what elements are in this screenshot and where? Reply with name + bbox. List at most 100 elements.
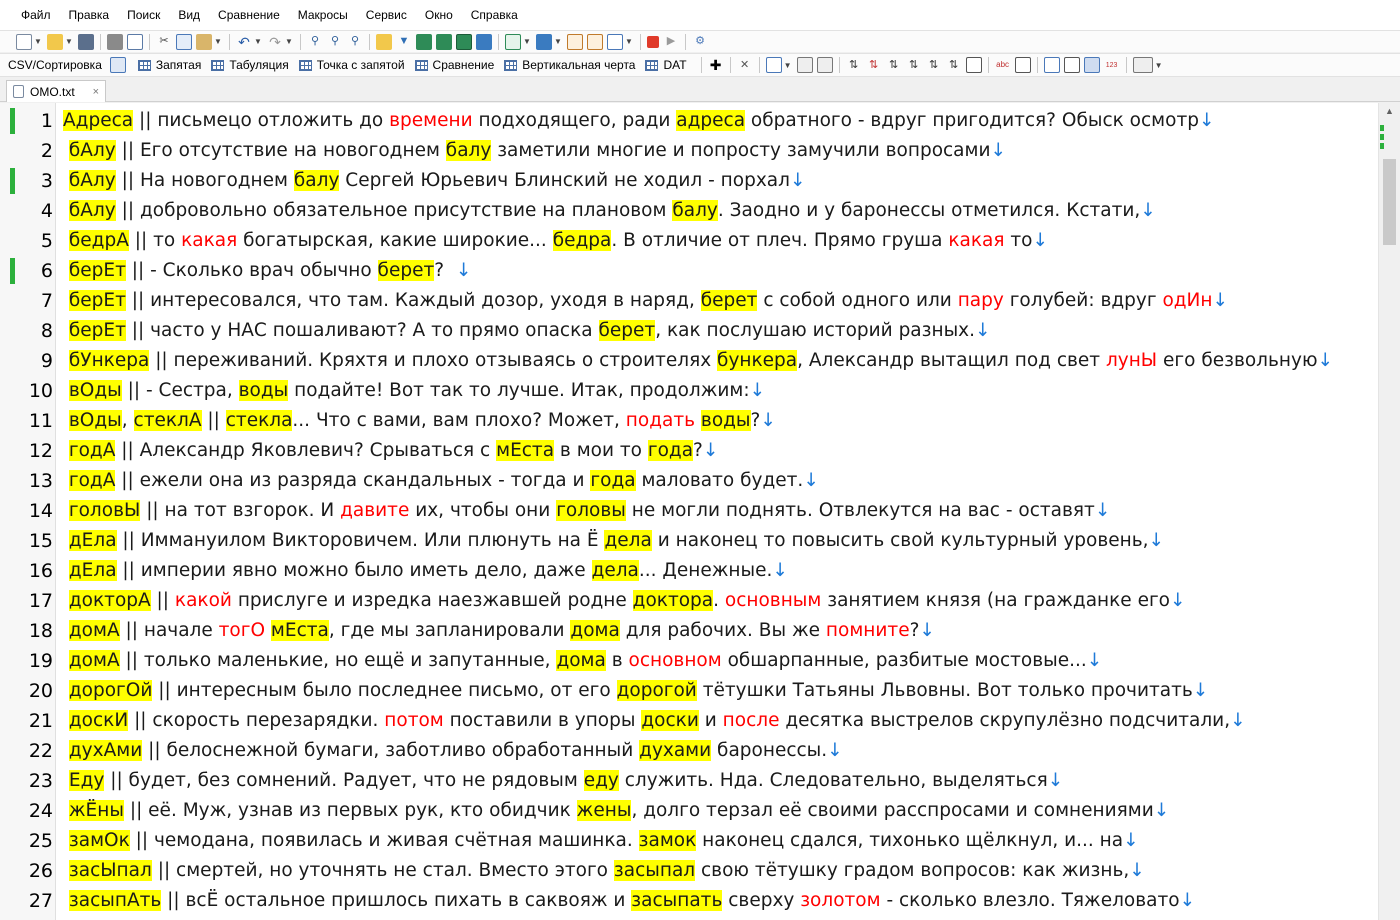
editor-line[interactable]: 7 берЕт || интересовался, что там. Кажды… bbox=[0, 286, 1378, 316]
editor-line[interactable]: 5 бедрА || то какая богатырская, какие ш… bbox=[0, 226, 1378, 256]
chevron-down-icon[interactable]: ▼ bbox=[65, 37, 73, 46]
tools-icon[interactable]: ✕ bbox=[737, 57, 753, 73]
editor-line[interactable]: 23 Еду || будет, без сомнений. Радует, ч… bbox=[0, 766, 1378, 796]
copy-icon[interactable] bbox=[176, 33, 192, 50]
editor-line[interactable]: 19 домА || только маленькие, но ещё и за… bbox=[0, 646, 1378, 676]
view-options-icon[interactable] bbox=[1132, 57, 1153, 73]
editor-line[interactable]: 17 докторА || какой прислуге и изредка н… bbox=[0, 586, 1378, 616]
editor-line[interactable]: 12 годА || Александр Яковлевич? Срыватьс… bbox=[0, 436, 1378, 466]
editor-line[interactable]: 6 берЕт || - Сколько врач обычно берет? … bbox=[0, 256, 1378, 286]
chevron-down-icon[interactable]: ▼ bbox=[34, 37, 42, 46]
chevron-down-icon[interactable]: ▼ bbox=[554, 37, 562, 46]
separator-pipe-button[interactable]: Вертикальная черта bbox=[504, 58, 635, 72]
menu-help[interactable]: Справка bbox=[462, 0, 527, 30]
editor-line[interactable]: 25 замОк || чемодана, появилась и живая … bbox=[0, 826, 1378, 856]
close-icon[interactable]: × bbox=[93, 86, 99, 98]
column-props-icon[interactable] bbox=[796, 57, 813, 73]
editor-line[interactable]: 8 берЕт || часто у НАС пошаливают? А то … bbox=[0, 316, 1378, 346]
undo-icon[interactable]: ↶ bbox=[236, 34, 252, 50]
menu-macros[interactable]: Макросы bbox=[289, 0, 357, 30]
vertical-scrollbar[interactable]: ▲ bbox=[1378, 103, 1400, 920]
separator-tab-button[interactable]: Табуляция bbox=[211, 58, 289, 72]
separator-semicolon-button[interactable]: Точка с запятой bbox=[298, 58, 405, 72]
menu-tools[interactable]: Сервис bbox=[357, 0, 416, 30]
chevron-down-icon[interactable]: ▼ bbox=[1155, 61, 1163, 70]
editor-line[interactable]: 24 жЁны || её. Муж, узнав из первых рук,… bbox=[0, 796, 1378, 826]
sort-columns-icon[interactable] bbox=[965, 57, 982, 73]
replace-icon[interactable]: ⚲ bbox=[347, 34, 363, 50]
editor-line[interactable]: 27 засыпАть || всЁ остальное пришлось пи… bbox=[0, 886, 1378, 916]
separator-dat-button[interactable]: DAT bbox=[645, 58, 687, 72]
menu-edit[interactable]: Правка bbox=[60, 0, 119, 30]
editor-line[interactable]: 3 бАлу || На новогоднем балу Сергей Юрье… bbox=[0, 166, 1378, 196]
play-macro-icon[interactable]: ▶ bbox=[663, 34, 679, 50]
print-icon[interactable] bbox=[107, 33, 123, 50]
chevron-down-icon[interactable]: ▼ bbox=[523, 37, 531, 46]
paste-icon[interactable] bbox=[196, 33, 212, 50]
settings-wrench-icon[interactable]: ⚙ bbox=[692, 34, 708, 50]
add-column-icon[interactable]: ✚ bbox=[708, 57, 724, 73]
editor-line[interactable]: 15 дЕла || Иммануилом Викторовичем. Или … bbox=[0, 526, 1378, 556]
editor-line[interactable]: 21 доскИ || скорость перезарядки. потом … bbox=[0, 706, 1378, 736]
chevron-down-icon[interactable]: ▼ bbox=[285, 37, 293, 46]
filter-icon[interactable]: ▼ bbox=[396, 34, 412, 50]
tasks-icon[interactable] bbox=[587, 33, 603, 50]
new-file-icon[interactable] bbox=[16, 33, 32, 50]
open-folder-icon[interactable] bbox=[47, 33, 63, 50]
sort-desc-icon[interactable]: ⇅ bbox=[866, 57, 882, 73]
sort-random-icon[interactable]: ⇅ bbox=[926, 57, 942, 73]
sort-length-icon[interactable]: ⇅ bbox=[906, 57, 922, 73]
checklist-icon[interactable] bbox=[567, 33, 583, 50]
chevron-down-icon[interactable]: ▼ bbox=[784, 61, 792, 70]
chevron-down-icon[interactable]: ▼ bbox=[625, 37, 633, 46]
scroll-thumb[interactable] bbox=[1383, 159, 1396, 245]
csv-mode-icon[interactable] bbox=[109, 57, 126, 73]
bookmark-toggle-icon[interactable] bbox=[436, 33, 452, 50]
editor-line[interactable]: 14 головЫ || на тот взгорок. И давите их… bbox=[0, 496, 1378, 526]
scroll-up-icon[interactable]: ▲ bbox=[1385, 106, 1394, 116]
ruler-icon[interactable]: 123 bbox=[1104, 57, 1120, 73]
sort-reverse-icon[interactable]: ⇅ bbox=[946, 57, 962, 73]
editor-line[interactable]: 1 Адреса || письмецо отложить до времени … bbox=[0, 106, 1378, 136]
split-view-icon[interactable] bbox=[1043, 57, 1060, 73]
separator-comma-button[interactable]: Запятая bbox=[137, 58, 201, 72]
print-preview-icon[interactable] bbox=[127, 33, 143, 50]
chevron-down-icon[interactable]: ▼ bbox=[254, 37, 262, 46]
find-icon[interactable]: ⚲ bbox=[307, 34, 323, 50]
menu-view[interactable]: Вид bbox=[169, 0, 209, 30]
text-editor[interactable]: 1 Адреса || письмецо отложить до времени … bbox=[0, 103, 1400, 920]
menu-search[interactable]: Поиск bbox=[118, 0, 169, 30]
text-format-icon[interactable] bbox=[1014, 57, 1031, 73]
editor-line[interactable]: 9 бУнкера || переживаний. Кряхтя и плохо… bbox=[0, 346, 1378, 376]
editor-line[interactable]: 11 вОды, стеклА || стекла... Что с вами,… bbox=[0, 406, 1378, 436]
save-icon[interactable] bbox=[78, 33, 94, 50]
windows-icon[interactable] bbox=[536, 33, 552, 50]
editor-line[interactable]: 13 годА || ежели она из разряда скандаль… bbox=[0, 466, 1378, 496]
line-numbers-toggle-icon[interactable] bbox=[1083, 57, 1100, 73]
sort-asc-icon[interactable]: ⇅ bbox=[846, 57, 862, 73]
editor-line[interactable]: 2 бАлу || Его отсутствие на новогоднем б… bbox=[0, 136, 1378, 166]
calendar-icon[interactable] bbox=[607, 33, 623, 50]
editor-line[interactable]: 20 дорогОй || интересным было последнее … bbox=[0, 676, 1378, 706]
editor-line[interactable]: 4 бАлу || добровольно обязательное прису… bbox=[0, 196, 1378, 226]
editor-line[interactable]: 10 вОды || - Сестра, воды подайте! Вот т… bbox=[0, 376, 1378, 406]
record-macro-icon[interactable] bbox=[647, 35, 659, 48]
editor-line[interactable]: 26 засЫпал || смертей, но уточнять не ст… bbox=[0, 856, 1378, 886]
menu-file[interactable]: Файл bbox=[12, 0, 60, 30]
column-format-icon[interactable] bbox=[816, 57, 833, 73]
find-in-files-icon[interactable] bbox=[376, 33, 392, 50]
columns-icon[interactable] bbox=[765, 57, 782, 73]
editor-line[interactable]: 16 дЕла || империи явно можно было иметь… bbox=[0, 556, 1378, 586]
document-icon[interactable] bbox=[505, 33, 521, 50]
chevron-down-icon[interactable]: ▼ bbox=[214, 37, 222, 46]
editor-line[interactable]: 18 домА || начале тогО мЕста, где мы зап… bbox=[0, 616, 1378, 646]
editor-line[interactable]: 22 духАми || белоснежной бумаги, заботли… bbox=[0, 736, 1378, 766]
bookmark-next-icon[interactable] bbox=[456, 33, 472, 50]
bookmark-clear-icon[interactable] bbox=[476, 33, 492, 50]
cut-icon[interactable]: ✂ bbox=[156, 34, 172, 50]
tab-document[interactable]: OMO.txt × bbox=[6, 80, 106, 102]
sync-scroll-icon[interactable] bbox=[1063, 57, 1080, 73]
menu-window[interactable]: Окно bbox=[416, 0, 462, 30]
redo-icon[interactable]: ↷ bbox=[267, 34, 283, 50]
sort-numeric-icon[interactable]: ⇅ bbox=[886, 57, 902, 73]
